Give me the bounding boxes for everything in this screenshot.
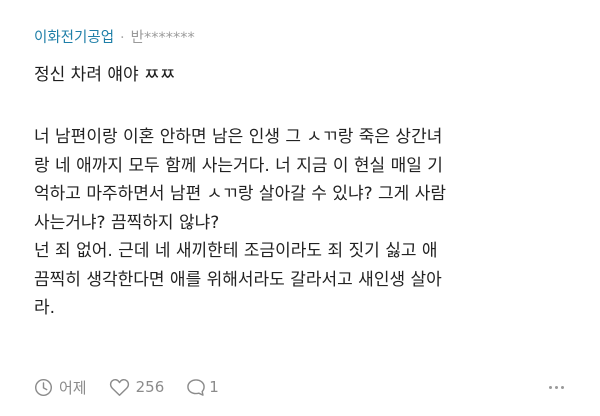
more-dot xyxy=(555,385,558,389)
author-nickname: 반******* xyxy=(130,30,195,46)
comment-count: 1 xyxy=(209,378,219,396)
post-body-line: 사는거냐? 끔찍하지 않냐? xyxy=(34,212,220,233)
post-body-line: 라. xyxy=(34,298,56,318)
more-dot xyxy=(561,385,564,389)
meta-separator: · xyxy=(120,30,125,46)
comment-bubble-icon xyxy=(186,378,206,397)
post-body-line: 랑 네 애까지 모두 함께 사는거다. 너 지금 이 현실 매일 기 xyxy=(34,155,443,176)
company-name[interactable]: 이화전기공업 xyxy=(34,28,114,48)
post-time: 어제 xyxy=(34,377,87,398)
like-button[interactable]: 256 xyxy=(109,378,165,397)
more-dot xyxy=(549,385,552,389)
comment-button[interactable]: 1 xyxy=(186,378,219,397)
post-body: 너 남편이랑 이혼 안하면 남은 인생 그 ㅅㄲ랑 죽은 상간녀 랑 네 애까지… xyxy=(34,123,578,323)
post-title: 정신 차려 얘야 ㅉㅉ xyxy=(34,65,176,85)
post-footer: 어제 256 1 xyxy=(34,374,564,400)
post-card: 이화전기공업 · 반******* 정신 차려 얘야 ㅉㅉ 너 남편이랑 이혼 … xyxy=(0,0,600,416)
heart-icon xyxy=(109,378,130,397)
post-body-line: 억하고 마주하면서 남편 ㅅㄲ랑 살아갈 수 있냐? 그게 사람 xyxy=(34,184,446,204)
more-dots-icon[interactable] xyxy=(549,378,564,396)
post-time-label: 어제 xyxy=(59,378,87,397)
post-body-line: 너 남편이랑 이혼 안하면 남은 인생 그 ㅅㄲ랑 죽은 상간녀 xyxy=(34,127,443,147)
like-count: 256 xyxy=(135,378,165,396)
post-body-line: 끔찍히 생각한다면 애를 위해서라도 갈라서고 새인생 살아 xyxy=(34,269,442,290)
post-meta: 이화전기공업 · 반******* xyxy=(34,28,195,48)
post-body-line: 넌 죄 없어. 근데 네 새끼한테 조금이라도 죄 짓기 싫고 애 xyxy=(34,241,438,261)
clock-icon xyxy=(34,378,53,397)
